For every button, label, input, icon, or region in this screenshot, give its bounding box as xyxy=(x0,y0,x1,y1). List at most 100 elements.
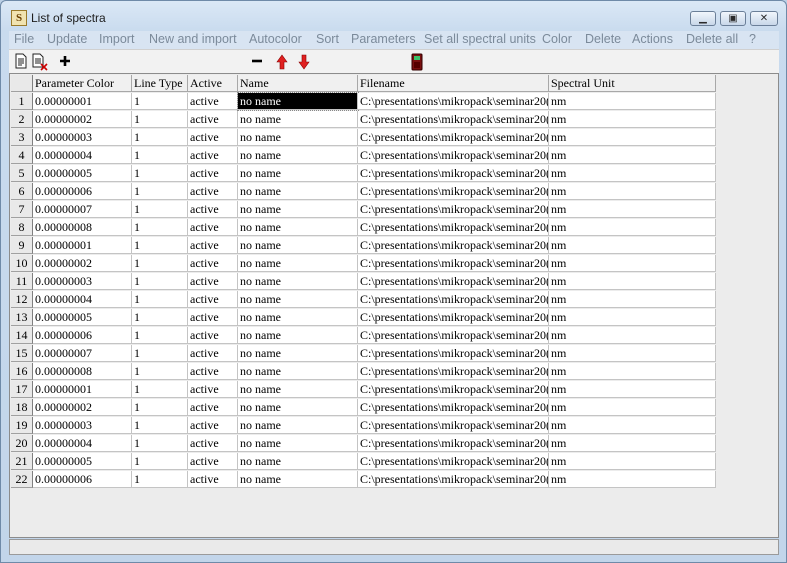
cell-line-type[interactable]: 1 xyxy=(132,237,188,254)
cell-parameter-color[interactable]: 0.00000004 xyxy=(33,147,132,164)
cell-parameter-color[interactable]: 0.00000002 xyxy=(33,399,132,416)
cell-filename[interactable]: C:\presentations\mikropack\seminar20( xyxy=(358,219,549,236)
menu-item-delete-all[interactable]: Delete all xyxy=(686,32,738,46)
cell-filename[interactable]: C:\presentations\mikropack\seminar20( xyxy=(358,435,549,452)
cell-filename[interactable]: C:\presentations\mikropack\seminar20( xyxy=(358,111,549,128)
cell-active[interactable]: active xyxy=(188,417,238,434)
cell-name[interactable]: no name xyxy=(238,237,358,254)
cell-parameter-color[interactable]: 0.00000007 xyxy=(33,201,132,218)
cell-spectral-unit[interactable]: nm xyxy=(549,255,716,272)
cell-name[interactable]: no name xyxy=(238,417,358,434)
cell-parameter-color[interactable]: 0.00000002 xyxy=(33,111,132,128)
cell-active[interactable]: active xyxy=(188,255,238,272)
column-header-active[interactable]: Active xyxy=(188,75,238,92)
row-header[interactable]: 3 xyxy=(11,129,33,146)
cell-line-type[interactable]: 1 xyxy=(132,399,188,416)
cell-line-type[interactable]: 1 xyxy=(132,93,188,110)
cell-parameter-color[interactable]: 0.00000008 xyxy=(33,363,132,380)
row-header[interactable]: 18 xyxy=(11,399,33,416)
cell-parameter-color[interactable]: 0.00000004 xyxy=(33,291,132,308)
cell-line-type[interactable]: 1 xyxy=(132,345,188,362)
cell-name[interactable]: no name xyxy=(238,399,358,416)
cell-active[interactable]: active xyxy=(188,147,238,164)
cell-name[interactable]: no name xyxy=(238,327,358,344)
cell-line-type[interactable]: 1 xyxy=(132,309,188,326)
minimize-button[interactable]: ▁ xyxy=(690,11,716,26)
cell-filename[interactable]: C:\presentations\mikropack\seminar20( xyxy=(358,471,549,488)
cell-parameter-color[interactable]: 0.00000005 xyxy=(33,165,132,182)
cell-spectral-unit[interactable]: nm xyxy=(549,453,716,470)
cell-spectral-unit[interactable]: nm xyxy=(549,417,716,434)
cell-active[interactable]: active xyxy=(188,309,238,326)
cell-filename[interactable]: C:\presentations\mikropack\seminar20( xyxy=(358,345,549,362)
move-down-icon[interactable] xyxy=(296,53,314,71)
cell-parameter-color[interactable]: 0.00000001 xyxy=(33,237,132,254)
cell-filename[interactable]: C:\presentations\mikropack\seminar20( xyxy=(358,327,549,344)
cell-filename[interactable]: C:\presentations\mikropack\seminar20( xyxy=(358,147,549,164)
remove-icon[interactable] xyxy=(249,53,267,71)
close-button[interactable]: ✕ xyxy=(750,11,778,26)
cell-spectral-unit[interactable]: nm xyxy=(549,183,716,200)
cell-spectral-unit[interactable]: nm xyxy=(549,165,716,182)
menu-item-sort[interactable]: Sort xyxy=(316,32,339,46)
cell-filename[interactable]: C:\presentations\mikropack\seminar20( xyxy=(358,399,549,416)
cell-line-type[interactable]: 1 xyxy=(132,201,188,218)
cell-parameter-color[interactable]: 0.00000005 xyxy=(33,309,132,326)
row-header[interactable]: 7 xyxy=(11,201,33,218)
row-header[interactable]: 22 xyxy=(11,471,33,488)
cell-active[interactable]: active xyxy=(188,219,238,236)
cell-parameter-color[interactable]: 0.00000005 xyxy=(33,453,132,470)
cell-name[interactable]: no name xyxy=(238,183,358,200)
cell-name[interactable]: no name xyxy=(238,435,358,452)
cell-line-type[interactable]: 1 xyxy=(132,471,188,488)
cell-line-type[interactable]: 1 xyxy=(132,453,188,470)
column-header-name[interactable]: Name xyxy=(238,75,358,92)
menu-item-update[interactable]: Update xyxy=(47,32,87,46)
row-header[interactable]: 9 xyxy=(11,237,33,254)
cell-spectral-unit[interactable]: nm xyxy=(549,201,716,218)
spectra-table-area[interactable]: Parameter Color Line Type Active Name Filena… xyxy=(9,73,779,538)
cell-spectral-unit[interactable]: nm xyxy=(549,237,716,254)
row-header[interactable]: 19 xyxy=(11,417,33,434)
cell-filename[interactable]: C:\presentations\mikropack\seminar20( xyxy=(358,129,549,146)
cell-active[interactable]: active xyxy=(188,435,238,452)
cell-parameter-color[interactable]: 0.00000001 xyxy=(33,381,132,398)
column-header-filename[interactable]: Filename xyxy=(358,75,549,92)
cell-spectral-unit[interactable]: nm xyxy=(549,291,716,308)
cell-spectral-unit[interactable]: nm xyxy=(549,93,716,110)
cell-name[interactable]: no name xyxy=(238,147,358,164)
move-up-icon[interactable] xyxy=(274,53,292,71)
cell-active[interactable]: active xyxy=(188,453,238,470)
cell-active[interactable]: active xyxy=(188,201,238,218)
cell-name[interactable]: no name xyxy=(238,219,358,236)
new-document-icon[interactable] xyxy=(13,53,31,71)
cell-name[interactable]: no name xyxy=(238,363,358,380)
cell-line-type[interactable]: 1 xyxy=(132,363,188,380)
cell-active[interactable]: active xyxy=(188,345,238,362)
cell-filename[interactable]: C:\presentations\mikropack\seminar20( xyxy=(358,417,549,434)
cell-filename[interactable]: C:\presentations\mikropack\seminar20( xyxy=(358,381,549,398)
cell-name[interactable]: no name xyxy=(238,381,358,398)
cell-spectral-unit[interactable]: nm xyxy=(549,129,716,146)
cell-parameter-color[interactable]: 0.00000003 xyxy=(33,273,132,290)
cell-active[interactable]: active xyxy=(188,111,238,128)
cell-spectral-unit[interactable]: nm xyxy=(549,219,716,236)
cell-name[interactable]: no name xyxy=(238,471,358,488)
cell-name[interactable]: no name xyxy=(238,309,358,326)
cell-active[interactable]: active xyxy=(188,399,238,416)
cell-filename[interactable]: C:\presentations\mikropack\seminar20( xyxy=(358,273,549,290)
menu-item-color[interactable]: Color xyxy=(542,32,572,46)
cell-parameter-color[interactable]: 0.00000001 xyxy=(33,93,132,110)
cell-name[interactable]: no name xyxy=(238,345,358,362)
menu-item-parameters[interactable]: Parameters xyxy=(351,32,416,46)
cell-parameter-color[interactable]: 0.00000003 xyxy=(33,129,132,146)
cell-name[interactable]: no name xyxy=(238,111,358,128)
cell-active[interactable]: active xyxy=(188,237,238,254)
row-header[interactable]: 1 xyxy=(11,93,33,110)
cell-line-type[interactable]: 1 xyxy=(132,147,188,164)
cell-parameter-color[interactable]: 0.00000002 xyxy=(33,255,132,272)
table-corner[interactable] xyxy=(11,75,33,92)
cell-line-type[interactable]: 1 xyxy=(132,255,188,272)
row-header[interactable]: 15 xyxy=(11,345,33,362)
row-header[interactable]: 6 xyxy=(11,183,33,200)
